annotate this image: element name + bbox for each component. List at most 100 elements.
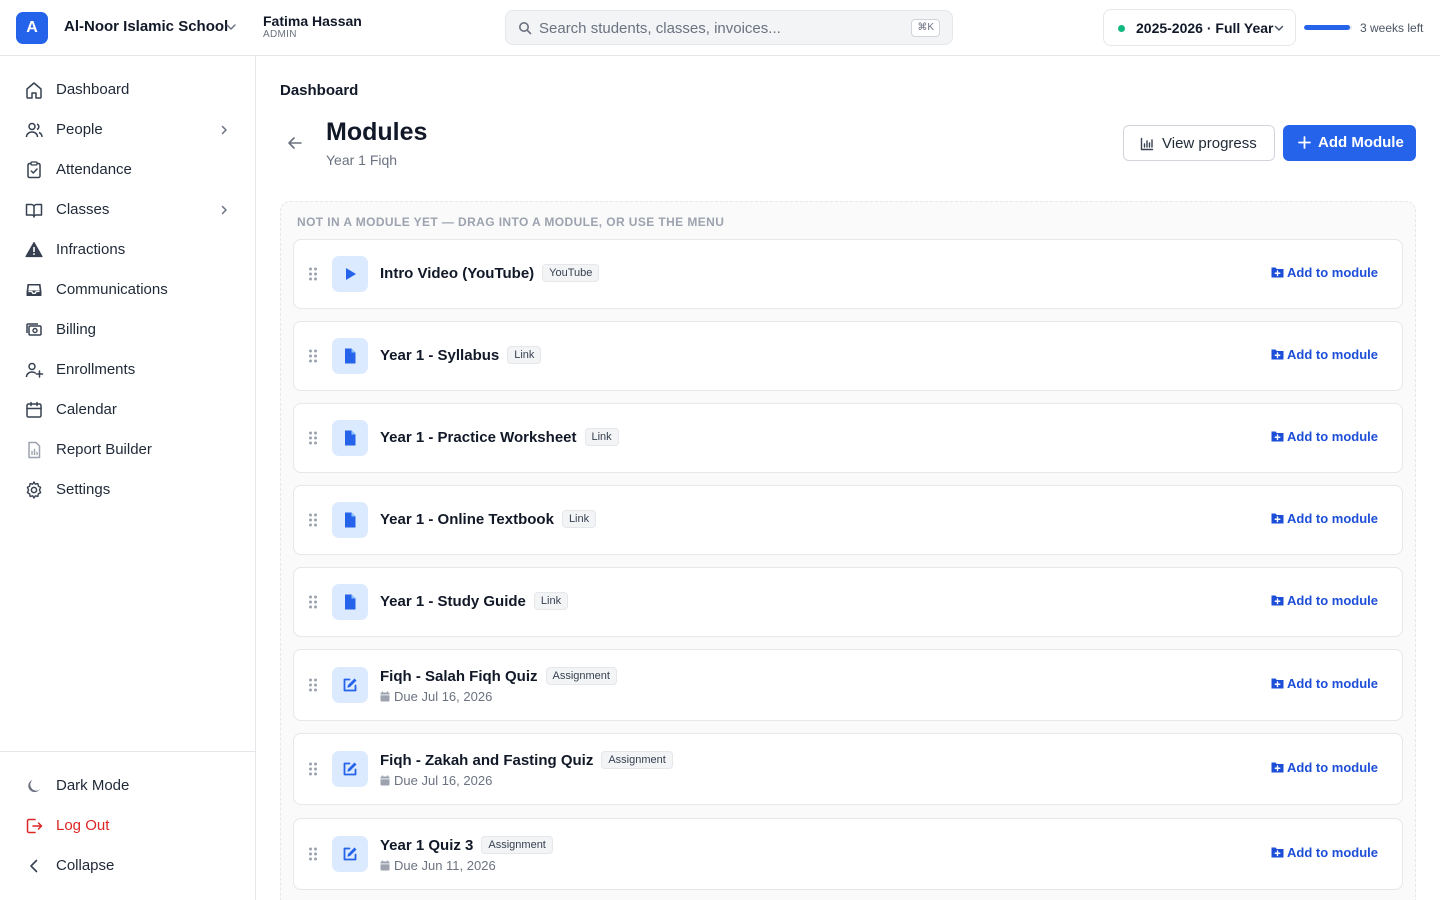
- item-type-badge: Link: [533, 592, 569, 610]
- due-date: Due Jul 16, 2026: [380, 689, 492, 704]
- add-to-module-label: Add to module: [1287, 429, 1378, 444]
- item-title-text: Fiqh - Zakah and Fasting Quiz: [380, 752, 594, 769]
- add-to-module-label: Add to module: [1287, 347, 1378, 362]
- item-title[interactable]: Year 1 - Practice Worksheet Link: [380, 428, 619, 446]
- folder-plus-icon: [1271, 513, 1284, 524]
- link-type-icon: [332, 338, 368, 374]
- item-title[interactable]: Year 1 - Online Textbook Link: [380, 510, 597, 528]
- document-icon: [345, 594, 356, 610]
- unassigned-section-label: NOT IN A MODULE YET — DRAG INTO A MODULE…: [297, 215, 725, 229]
- log-out-button[interactable]: Log Out: [16, 808, 240, 844]
- item-title-text: Year 1 - Online Textbook: [380, 511, 554, 528]
- sidebar-item-classes[interactable]: Classes: [16, 192, 240, 228]
- drag-handle-icon[interactable]: [308, 431, 318, 445]
- top-bar: A Al-Noor Islamic School Fatima Hassan A…: [0, 0, 1440, 56]
- item-title[interactable]: Year 1 Quiz 3 Assignment: [380, 836, 553, 854]
- drag-handle-icon[interactable]: [308, 847, 318, 861]
- chevron-left-icon: [30, 859, 38, 873]
- sidebar-item-dashboard[interactable]: Dashboard: [16, 72, 240, 108]
- item-title[interactable]: Year 1 - Syllabus Link: [380, 346, 542, 364]
- list-item[interactable]: Year 1 Quiz 3 Assignment Due Jun 11, 2026 A…: [293, 818, 1403, 890]
- sidebar-item-report-builder[interactable]: Report Builder: [16, 432, 240, 468]
- unassigned-items-dropzone[interactable]: NOT IN A MODULE YET — DRAG INTO A MODULE…: [280, 201, 1416, 900]
- drag-handle-icon[interactable]: [308, 595, 318, 609]
- user-plus-icon: [25, 362, 44, 378]
- back-arrow-icon[interactable]: [284, 132, 306, 154]
- home-icon: [26, 82, 42, 99]
- assignment-type-icon: [332, 836, 368, 872]
- sidebar-item-attendance[interactable]: Attendance: [16, 152, 240, 188]
- add-to-module-button[interactable]: Add to module: [1271, 676, 1378, 691]
- academic-year-select[interactable]: 2025-2026 · Full Year: [1103, 9, 1296, 46]
- chevron-down-icon[interactable]: [224, 20, 238, 34]
- folder-plus-icon: [1271, 349, 1284, 360]
- sidebar-item-label: Calendar: [56, 401, 117, 418]
- add-to-module-button[interactable]: Add to module: [1271, 511, 1378, 526]
- drag-handle-icon[interactable]: [308, 513, 318, 527]
- sidebar-item-people[interactable]: People: [16, 112, 240, 148]
- sidebar-item-infractions[interactable]: Infractions: [16, 232, 240, 268]
- moon-icon: [28, 780, 40, 793]
- link-type-icon: [332, 584, 368, 620]
- folder-plus-icon: [1271, 267, 1284, 278]
- drag-handle-icon[interactable]: [308, 762, 318, 776]
- add-to-module-button[interactable]: Add to module: [1271, 845, 1378, 860]
- item-title[interactable]: Year 1 - Study Guide Link: [380, 592, 569, 610]
- drag-handle-icon[interactable]: [308, 678, 318, 692]
- search-icon: [519, 22, 532, 35]
- collapse-sidebar-button[interactable]: Collapse: [16, 848, 240, 884]
- assignment-type-icon: [332, 751, 368, 787]
- item-title[interactable]: Intro Video (YouTube) YouTube: [380, 264, 600, 282]
- item-title[interactable]: Fiqh - Salah Fiqh Quiz Assignment: [380, 667, 617, 685]
- drag-handle-icon[interactable]: [308, 267, 318, 281]
- calendar-icon: [26, 401, 42, 418]
- school-name[interactable]: Al-Noor Islamic School: [64, 18, 228, 35]
- calendar-icon: [380, 860, 390, 871]
- folder-plus-icon: [1271, 595, 1284, 606]
- due-date-text: Due Jun 11, 2026: [394, 858, 496, 873]
- breadcrumb[interactable]: Dashboard: [280, 82, 358, 99]
- list-item[interactable]: Year 1 - Syllabus Link Add to module: [293, 321, 1403, 391]
- user-role: ADMIN: [263, 29, 297, 40]
- document-icon: [345, 348, 356, 364]
- search-input[interactable]: Search students, classes, invoices... ⌘K: [505, 10, 953, 45]
- plus-icon: [1298, 136, 1311, 149]
- status-dot: [1118, 25, 1125, 32]
- sidebar-item-billing[interactable]: Billing: [16, 312, 240, 348]
- item-title[interactable]: Fiqh - Zakah and Fasting Quiz Assignment: [380, 751, 673, 769]
- list-item[interactable]: Fiqh - Salah Fiqh Quiz Assignment Due Jul …: [293, 649, 1403, 721]
- sidebar-item-label: Report Builder: [56, 441, 152, 458]
- list-item[interactable]: Intro Video (YouTube) YouTube Add to modul…: [293, 239, 1403, 309]
- school-logo[interactable]: A: [16, 12, 48, 44]
- view-progress-button[interactable]: View progress: [1123, 125, 1275, 161]
- list-item[interactable]: Fiqh - Zakah and Fasting Quiz Assignment D…: [293, 733, 1403, 805]
- search-shortcut: ⌘K: [911, 19, 940, 37]
- sidebar-item-enrollments[interactable]: Enrollments: [16, 352, 240, 388]
- log-out-label: Log Out: [56, 817, 110, 834]
- list-item[interactable]: Year 1 - Study Guide Link Add to module: [293, 567, 1403, 637]
- list-item[interactable]: Year 1 - Online Textbook Link Add to modul…: [293, 485, 1403, 555]
- sidebar-item-settings[interactable]: Settings: [16, 472, 240, 508]
- dark-mode-toggle[interactable]: Dark Mode: [16, 768, 240, 804]
- log-out-icon: [26, 818, 43, 834]
- add-to-module-label: Add to module: [1287, 265, 1378, 280]
- add-to-module-button[interactable]: Add to module: [1271, 593, 1378, 608]
- add-to-module-button[interactable]: Add to module: [1271, 760, 1378, 775]
- sidebar-item-calendar[interactable]: Calendar: [16, 392, 240, 428]
- academic-year-label: 2025-2026 · Full Year: [1136, 20, 1274, 36]
- user-info[interactable]: Fatima Hassan ADMIN: [263, 13, 362, 41]
- list-item[interactable]: Year 1 - Practice Worksheet Link Add to mo…: [293, 403, 1403, 473]
- folder-plus-icon: [1271, 847, 1284, 858]
- video-type-icon: [332, 256, 368, 292]
- user-name: Fatima Hassan: [263, 13, 362, 29]
- item-title-text: Year 1 Quiz 3: [380, 837, 474, 854]
- drag-handle-icon[interactable]: [308, 349, 318, 363]
- item-type-badge: Link: [584, 428, 619, 446]
- weeks-left: 3 weeks left: [1360, 21, 1424, 35]
- sidebar-item-communications[interactable]: Communications: [16, 272, 240, 308]
- add-to-module-button[interactable]: Add to module: [1271, 429, 1378, 444]
- add-to-module-button[interactable]: Add to module: [1271, 347, 1378, 362]
- add-to-module-button[interactable]: Add to module: [1271, 265, 1378, 280]
- sidebar: Dashboard People Attendance Classes Infr…: [0, 56, 256, 900]
- add-module-button[interactable]: Add Module: [1283, 125, 1416, 161]
